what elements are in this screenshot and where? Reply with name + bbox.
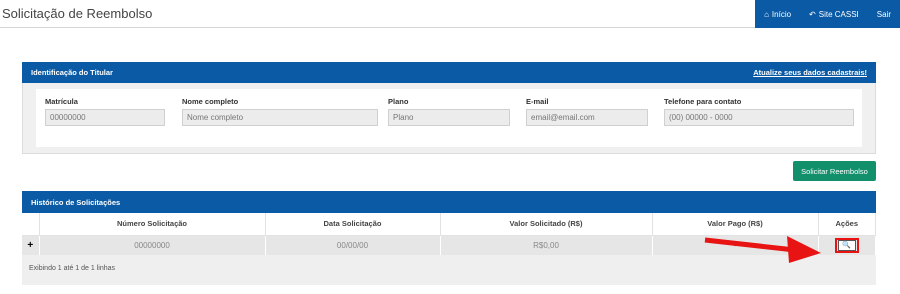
telefone-input[interactable]: (00) 00000 - 0000 (664, 109, 854, 126)
titular-fields: Matrícula 00000000 Nome completo Nome co… (36, 89, 862, 147)
historico-panel-header: Histórico de Solicitações (22, 191, 876, 213)
plano-label: Plano (388, 97, 409, 106)
plano-input[interactable]: Plano (388, 109, 510, 126)
cell-data: 00/00/00 (265, 235, 441, 255)
titular-heading: Identificação do Titular (31, 68, 113, 77)
matricula-label: Matrícula (45, 97, 78, 106)
nome-field: Nome completo Nome completo (182, 97, 378, 126)
home-icon: ⌂ (764, 9, 769, 19)
request-reimbursement-button[interactable]: Solicitar Reembolso (793, 161, 876, 181)
telefone-field: Telefone para contato (00) 00000 - 0000 (664, 97, 854, 126)
matricula-field: Matrícula 00000000 (45, 97, 165, 126)
column-header-data[interactable]: Data Solicitação (265, 213, 441, 236)
page-title: Solicitação de Reembolso (2, 6, 153, 21)
nome-label: Nome completo (182, 97, 239, 106)
top-bar: Solicitação de Reembolso ⌂ Início ↶ Site C… (0, 0, 900, 28)
annotation-highlight-box: 🔍 (834, 237, 859, 253)
titular-panel-body: Matrícula 00000000 Nome completo Nome co… (22, 83, 876, 154)
cell-numero: 00000000 (39, 235, 266, 255)
column-header-valor-solicitado[interactable]: Valor Solicitado (R$) (440, 213, 653, 236)
expand-row-button[interactable]: + (22, 235, 40, 255)
annotation-arrow-icon (704, 236, 821, 263)
column-header-numero[interactable]: Número Solicitação (39, 213, 266, 236)
top-nav: ⌂ Início ↶ Site CASSI Sair (755, 0, 900, 28)
cell-valor-solicitado: R$0,00 (440, 235, 653, 255)
nome-input[interactable]: Nome completo (182, 109, 378, 126)
telefone-label: Telefone para contato (664, 97, 742, 106)
column-header-valor-pago[interactable]: Valor Pago (R$) (652, 213, 819, 236)
plano-field: Plano Plano (388, 97, 510, 126)
titular-panel: Identificação do Titular Atualize seus d… (22, 62, 876, 154)
nav-home-link[interactable]: ⌂ Início (755, 0, 800, 28)
matricula-input[interactable]: 00000000 (45, 109, 165, 126)
back-arrow-icon: ↶ (809, 9, 816, 19)
nav-logout-link[interactable]: Sair (868, 0, 900, 28)
historico-heading: Histórico de Solicitações (31, 197, 121, 207)
email-field: E-mail email@email.com (526, 97, 648, 126)
update-data-link[interactable]: Atualize seus dados cadastrais! (753, 68, 867, 77)
view-details-button[interactable]: 🔍 (837, 239, 856, 251)
search-icon: 🔍 (842, 241, 852, 249)
table-header-row: Número Solicitação Data Solicitação Valo… (22, 213, 876, 236)
nav-site-cassi-link[interactable]: ↶ Site CASSI (800, 0, 868, 28)
expand-column-header (22, 213, 40, 236)
cell-acoes: 🔍 (818, 235, 876, 255)
titular-panel-header: Identificação do Titular Atualize seus d… (22, 62, 876, 83)
email-input[interactable]: email@email.com (526, 109, 648, 126)
column-header-acoes: Ações (818, 213, 876, 236)
email-label: E-mail (526, 97, 549, 106)
